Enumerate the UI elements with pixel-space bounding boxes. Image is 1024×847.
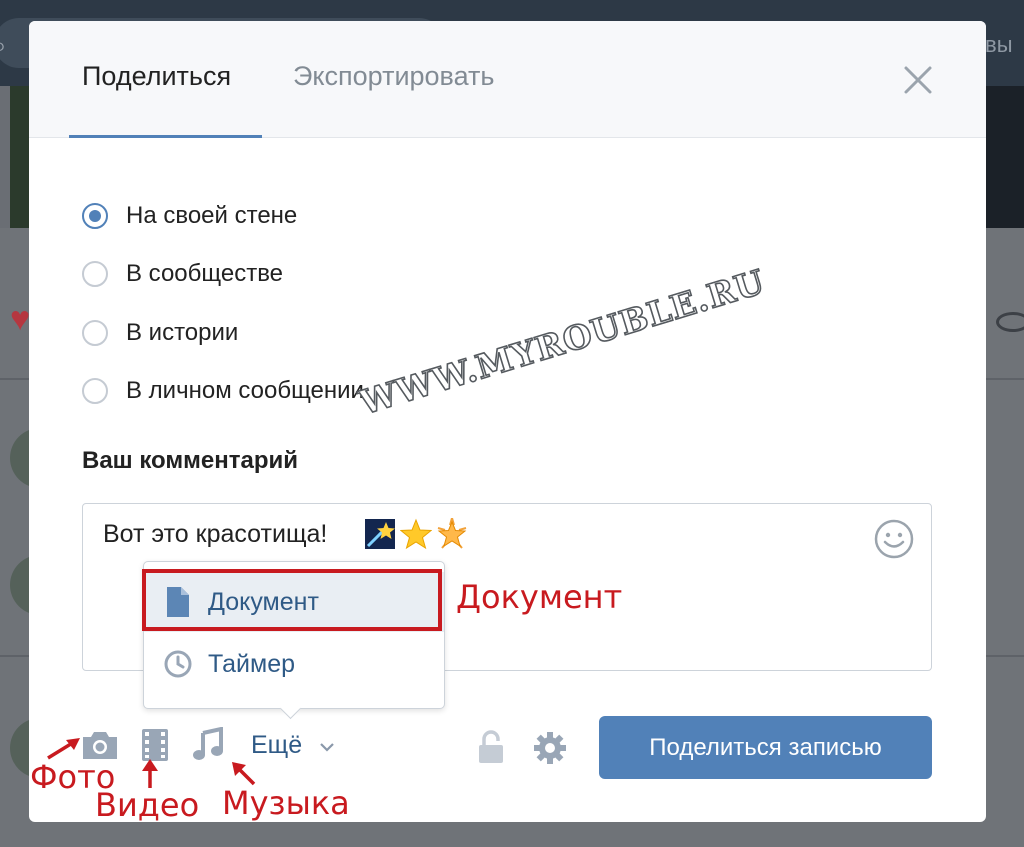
- shooting-star-emoji-icon: [365, 519, 395, 549]
- music-icon[interactable]: [192, 727, 224, 761]
- menu-item-timer[interactable]: Таймер: [144, 634, 444, 694]
- tab-export[interactable]: Экспортировать: [293, 61, 494, 92]
- annotation-arrow-video: [142, 759, 158, 788]
- star-emoji-icon: [400, 518, 432, 550]
- annotation-arrow-music: [232, 762, 256, 786]
- chevron-down-icon[interactable]: [319, 741, 335, 753]
- emoji-picker-icon[interactable]: [873, 518, 915, 560]
- annotation-video: Видео: [95, 786, 200, 824]
- share-option-story[interactable]: В истории: [82, 317, 238, 349]
- radio-button[interactable]: [82, 203, 108, 229]
- active-tab-indicator: [69, 135, 262, 138]
- glowing-star-emoji-icon: [437, 518, 467, 549]
- share-option-label: На своей стене: [126, 202, 298, 229]
- background-topbar-text: вы: [985, 32, 1013, 57]
- annotation-document: Документ: [456, 578, 623, 616]
- comment-heading: Ваш комментарий: [82, 447, 299, 474]
- share-option-label: В сообществе: [126, 260, 284, 287]
- camera-icon[interactable]: [81, 729, 119, 761]
- tab-share[interactable]: Поделиться: [82, 61, 231, 92]
- share-option-community[interactable]: В сообществе: [82, 258, 283, 290]
- radio-button[interactable]: [82, 378, 108, 404]
- document-highlight-frame: [142, 569, 442, 631]
- share-option-wall[interactable]: На своей стене: [82, 200, 297, 232]
- comment-text: Вот это красотища!: [103, 520, 328, 548]
- share-dialog: Поделиться Экспортировать На своей стене…: [29, 21, 986, 822]
- share-option-message[interactable]: В личном сообщении: [82, 375, 364, 407]
- close-icon[interactable]: [903, 65, 933, 95]
- share-post-button[interactable]: Поделиться записью: [599, 716, 932, 779]
- gear-icon[interactable]: [533, 731, 567, 765]
- search-icon: ⌕: [0, 30, 7, 62]
- radio-button[interactable]: [82, 261, 108, 287]
- video-icon[interactable]: [141, 728, 169, 762]
- dialog-header: Поделиться Экспортировать: [29, 21, 986, 138]
- menu-item-label: Таймер: [208, 649, 296, 678]
- heart-icon: ♥: [10, 300, 31, 338]
- share-option-label: В личном сообщении: [126, 377, 364, 404]
- more-attachments-button[interactable]: Ещё: [251, 731, 302, 760]
- comment-emojis: [364, 518, 468, 550]
- clock-icon: [164, 650, 192, 678]
- annotation-arrow-photo: [47, 738, 80, 760]
- eye-icon: [996, 312, 1024, 332]
- share-option-label: В истории: [126, 319, 239, 346]
- lock-icon[interactable]: [476, 729, 506, 765]
- radio-button[interactable]: [82, 320, 108, 346]
